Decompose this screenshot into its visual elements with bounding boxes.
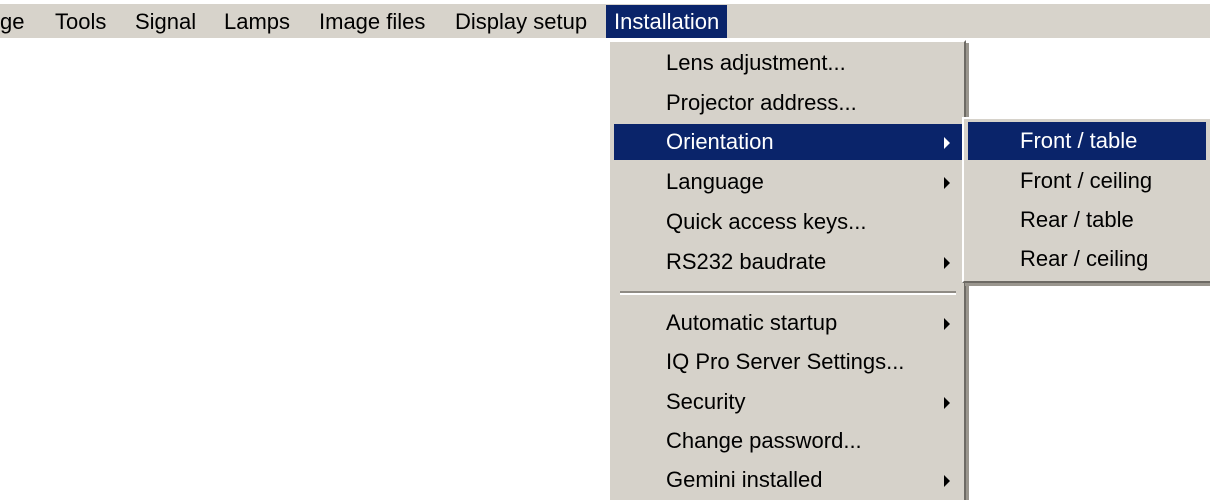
menu-item-iq-pro-server-settings[interactable]: IQ Pro Server Settings... (614, 344, 962, 380)
menu-item-label: Projector address... (666, 90, 857, 115)
menu-item-change-password[interactable]: Change password... (614, 423, 962, 459)
menu-item-label: IQ Pro Server Settings... (666, 349, 905, 374)
submenu-item-label: Front / table (1020, 128, 1138, 153)
menu-item-projector-address[interactable]: Projector address... (614, 85, 962, 121)
submenu-arrow-icon (944, 177, 950, 189)
menu-item-label: Change password... (666, 428, 862, 453)
submenu-item-front-table[interactable]: Front / table (968, 122, 1206, 160)
submenu-item-label: Rear / ceiling (1020, 246, 1149, 271)
submenu-item-label: Front / ceiling (1020, 168, 1153, 193)
menu-item-lens-adjustment[interactable]: Lens adjustment... (614, 45, 962, 81)
menu-item-gemini-installed[interactable]: Gemini installed (614, 462, 962, 498)
menu-item-security[interactable]: Security (614, 384, 962, 420)
submenu-item-rear-table[interactable]: Rear / table (968, 201, 1206, 239)
menu-image[interactable]: ge (0, 5, 32, 38)
submenu-arrow-icon (944, 318, 950, 330)
menu-item-quick-access-keys[interactable]: Quick access keys... (614, 204, 962, 240)
menu-signal[interactable]: Signal (127, 5, 204, 38)
menu-tools[interactable]: Tools (47, 5, 114, 38)
menu-bar: ge Tools Signal Lamps Image files Displa… (0, 0, 1210, 40)
menu-item-rs232-baudrate[interactable]: RS232 baudrate (614, 244, 962, 280)
installation-dropdown-menu: Lens adjustment... Projector address... … (608, 40, 966, 500)
menu-item-orientation[interactable]: Orientation (614, 124, 962, 160)
menu-item-label: RS232 baudrate (666, 249, 827, 274)
submenu-item-rear-ceiling[interactable]: Rear / ceiling (968, 240, 1206, 278)
submenu-arrow-icon (944, 475, 950, 487)
menu-item-label: Orientation (666, 129, 774, 154)
submenu-arrow-icon (944, 397, 950, 409)
menu-item-label: Automatic startup (666, 310, 838, 335)
orientation-submenu: Front / table Front / ceiling Rear / tab… (962, 117, 1210, 283)
screen: ge Tools Signal Lamps Image files Displa… (0, 0, 1210, 500)
menu-lamps[interactable]: Lamps (216, 5, 298, 38)
menu-item-label: Quick access keys... (666, 209, 867, 234)
menu-item-label: Lens adjustment... (666, 50, 846, 75)
menu-display-setup[interactable]: Display setup (447, 5, 595, 38)
menu-item-language[interactable]: Language (614, 164, 962, 200)
submenu-arrow-icon (944, 257, 950, 269)
submenu-arrow-icon (944, 137, 950, 149)
menu-item-label: Security (666, 389, 746, 414)
submenu-item-front-ceiling[interactable]: Front / ceiling (968, 162, 1206, 200)
submenu-item-label: Rear / table (1020, 207, 1134, 232)
menu-installation[interactable]: Installation (606, 5, 728, 38)
menu-item-label: Gemini installed (666, 467, 823, 492)
menu-item-automatic-startup[interactable]: Automatic startup (614, 305, 962, 341)
menu-image-files[interactable]: Image files (311, 5, 433, 38)
menu-separator (620, 291, 956, 295)
menu-item-label: Language (666, 169, 764, 194)
